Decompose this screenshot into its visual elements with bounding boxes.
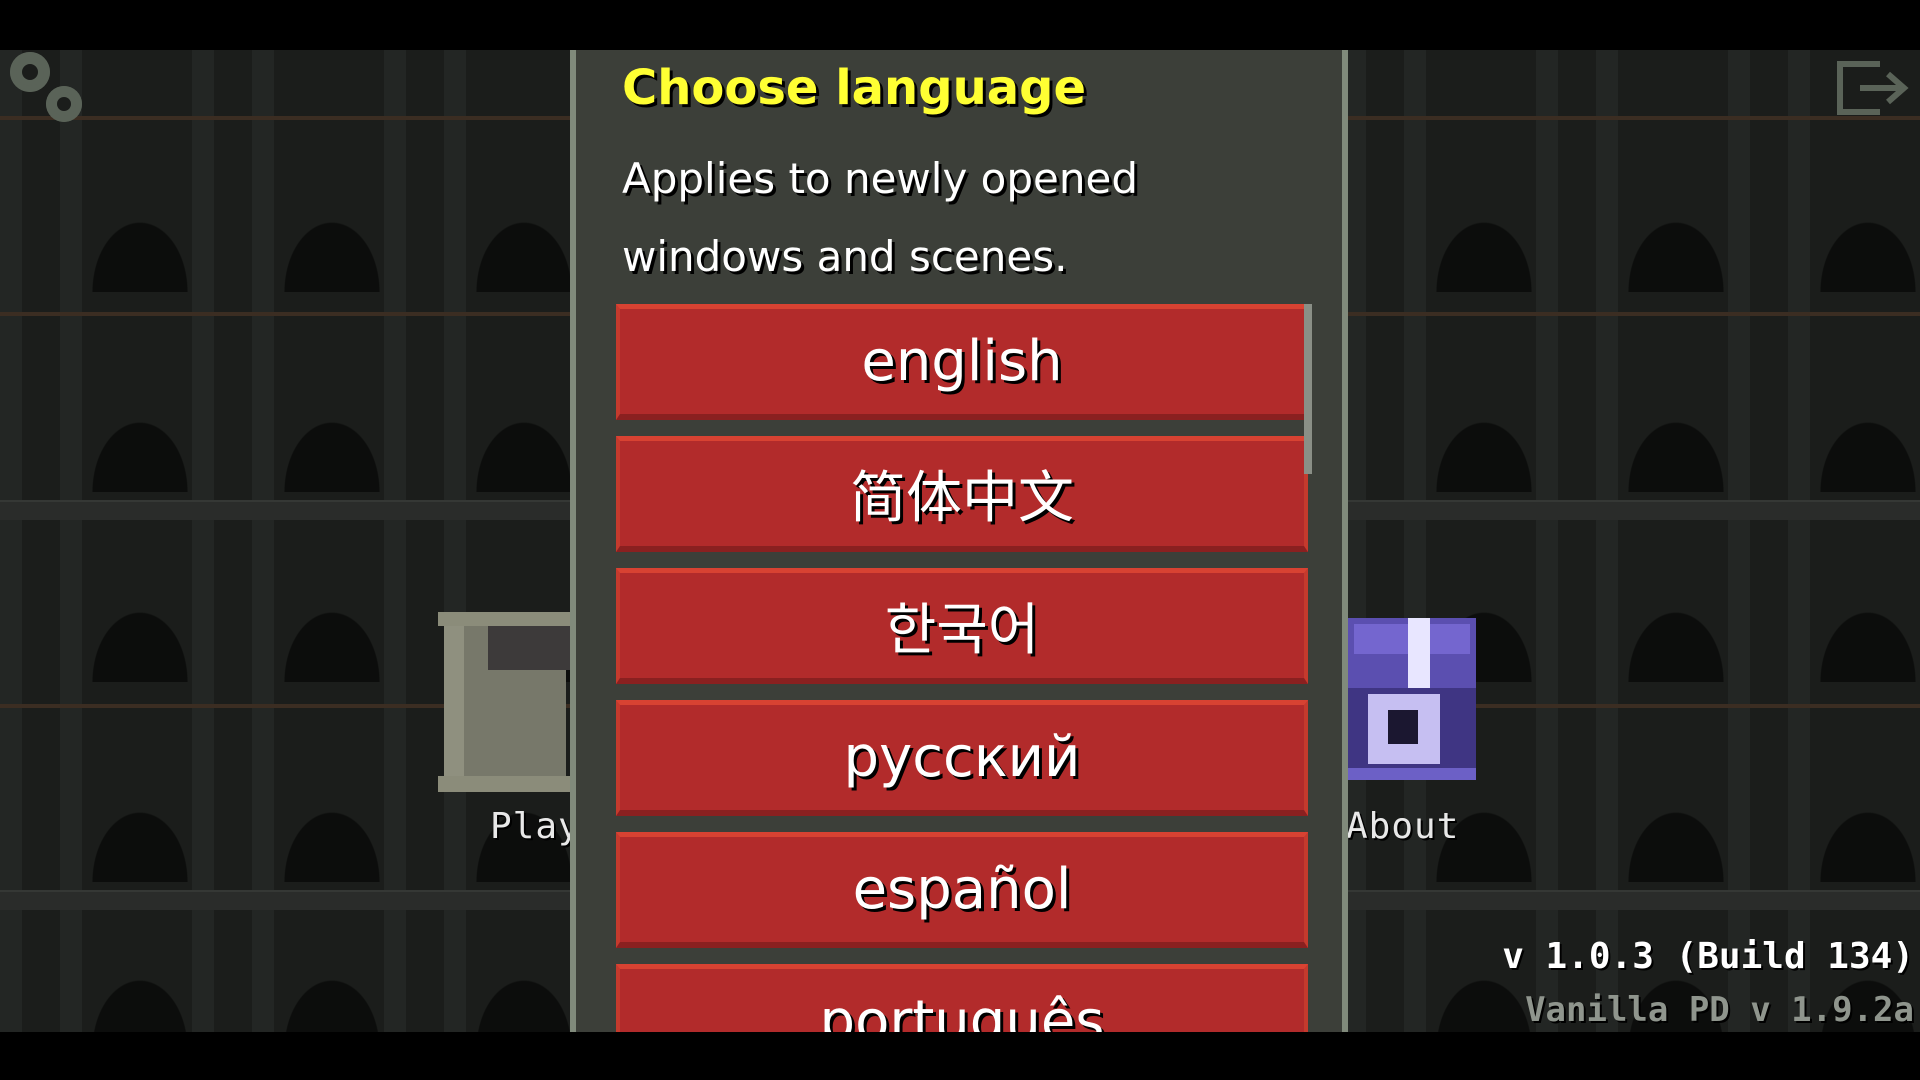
list-scrollbar[interactable] xyxy=(1304,304,1312,474)
play-button[interactable] xyxy=(438,612,572,792)
exit-button[interactable] xyxy=(1836,58,1912,118)
language-button-russian[interactable]: русский xyxy=(616,700,1308,816)
play-label: Play xyxy=(490,806,581,847)
dialog-description: Applies to newly opened windows and scen… xyxy=(622,154,1138,281)
exit-icon xyxy=(1837,61,1909,115)
about-button[interactable] xyxy=(1348,618,1476,780)
language-button-korean[interactable]: 한국어 xyxy=(616,568,1308,684)
language-button-english[interactable]: english xyxy=(616,304,1308,420)
dialog-title: Choose language xyxy=(622,60,1087,116)
about-label: About xyxy=(1346,806,1460,847)
version-text: v 1.0.3 (Build 134) xyxy=(1502,936,1914,977)
base-version-text: Vanilla PD v 1.9.2a xyxy=(1525,990,1914,1030)
language-button-portuguese[interactable]: português xyxy=(616,964,1308,1032)
language-dialog: Choose language Applies to newly opened … xyxy=(570,50,1348,1032)
language-list[interactable]: english 简体中文 한국어 русский español portugu… xyxy=(616,304,1312,1032)
chest-icon xyxy=(1348,618,1476,780)
rock-icon xyxy=(438,612,572,792)
settings-button[interactable] xyxy=(10,52,88,124)
language-button-spanish[interactable]: español xyxy=(616,832,1308,948)
language-button-chinese[interactable]: 简体中文 xyxy=(616,436,1308,552)
